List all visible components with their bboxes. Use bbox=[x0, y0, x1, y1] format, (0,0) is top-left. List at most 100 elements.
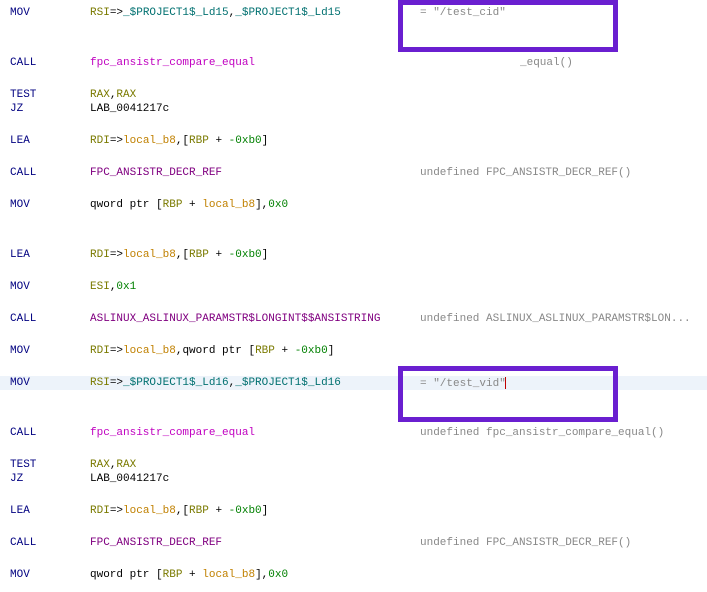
number: 0x1 bbox=[116, 281, 136, 293]
mnemonic: LEA bbox=[10, 249, 90, 261]
asm-row[interactable]: LEARDI=>local_b8,[RBP + -0xb0] bbox=[0, 504, 707, 518]
eol-comment: undefined ASLINUX_ASLINUX_PARAMSTR$LON..… bbox=[420, 313, 702, 325]
spacer-row bbox=[0, 326, 707, 344]
local-var: local_b8 bbox=[202, 569, 255, 581]
mnemonic: MOV bbox=[10, 281, 90, 293]
asm-row[interactable]: JZLAB_0041217c bbox=[0, 472, 707, 486]
asm-row[interactable]: MOVESI,0x1 bbox=[0, 280, 707, 294]
mnemonic: CALL bbox=[10, 537, 90, 549]
asm-row[interactable]: MOVqword ptr [RBP + local_b8],0x0 bbox=[0, 198, 707, 212]
operands: ESI,0x1 bbox=[90, 281, 707, 293]
operands: RDI=>local_b8,[RBP + -0xb0] bbox=[90, 135, 707, 147]
spacer-row bbox=[0, 408, 707, 426]
spacer-row bbox=[0, 358, 707, 376]
asm-row[interactable]: LEARDI=>local_b8,[RBP + -0xb0] bbox=[0, 248, 707, 262]
operands: qword ptr [RBP + local_b8],0x0 bbox=[90, 569, 707, 581]
eol-comment: _equal() bbox=[520, 57, 702, 69]
operands: RDI=>local_b8,[RBP + -0xb0] bbox=[90, 249, 707, 261]
eol-comment: = "/test_vid" bbox=[420, 377, 702, 390]
number: -0xb0 bbox=[229, 249, 262, 261]
asm-row[interactable]: CALLASLINUX_ASLINUX_PARAMSTR$LONGINT$$AN… bbox=[0, 312, 707, 326]
mnemonic: TEST bbox=[10, 89, 90, 101]
mnemonic: LEA bbox=[10, 505, 90, 517]
function-name: FPC_ANSISTR_DECR_REF bbox=[90, 167, 222, 179]
mnemonic: CALL bbox=[10, 313, 90, 325]
spacer-row bbox=[0, 116, 707, 134]
asm-row[interactable]: JZLAB_0041217c bbox=[0, 102, 707, 116]
spacer-row bbox=[0, 20, 707, 38]
function-name: ASLINUX_ASLINUX_PARAMSTR$LONGINT$$ANSIST… bbox=[90, 313, 380, 325]
disassembly-listing[interactable]: MOVRSI=>_$PROJECT1$_Ld15,_$PROJECT1$_Ld1… bbox=[0, 6, 707, 582]
function-name: FPC_ANSISTR_DECR_REF bbox=[90, 537, 222, 549]
eol-comment: = "/test_cid" bbox=[420, 7, 702, 19]
local-var: local_b8 bbox=[123, 345, 176, 357]
spacer-row bbox=[0, 180, 707, 198]
spacer-row bbox=[0, 70, 707, 88]
asm-row[interactable]: LEARDI=>local_b8,[RBP + -0xb0] bbox=[0, 134, 707, 148]
mnemonic: JZ bbox=[10, 103, 90, 115]
register: RDI bbox=[90, 345, 110, 357]
mnemonic: JZ bbox=[10, 473, 90, 485]
mnemonic: CALL bbox=[10, 167, 90, 179]
asm-row[interactable]: MOVRSI=>_$PROJECT1$_Ld16,_$PROJECT1$_Ld1… bbox=[0, 376, 707, 390]
register: ESI bbox=[90, 281, 110, 293]
register: RSI bbox=[90, 7, 110, 19]
number: 0x0 bbox=[268, 569, 288, 581]
mnemonic: MOV bbox=[10, 7, 90, 19]
mnemonic: MOV bbox=[10, 199, 90, 211]
symbol: _$PROJECT1$_Ld15 bbox=[235, 7, 341, 19]
operands: LAB_0041217c bbox=[90, 103, 707, 115]
asm-row[interactable]: TESTRAX,RAX bbox=[0, 458, 707, 472]
register: RBP bbox=[189, 505, 209, 517]
asm-row[interactable]: MOVRSI=>_$PROJECT1$_Ld15,_$PROJECT1$_Ld1… bbox=[0, 6, 707, 20]
spacer-row bbox=[0, 38, 707, 56]
operands: RAX,RAX bbox=[90, 459, 707, 471]
register: RAX bbox=[90, 89, 110, 101]
register: RSI bbox=[90, 377, 110, 389]
register: RAX bbox=[116, 459, 136, 471]
asm-row[interactable]: CALLfpc_ansistr_compare_equal undefined f… bbox=[0, 426, 707, 440]
function-name: fpc_ansistr_compare_equal bbox=[90, 427, 255, 439]
mnemonic: CALL bbox=[10, 427, 90, 439]
spacer-row bbox=[0, 262, 707, 280]
symbol: _$PROJECT1$_Ld15 bbox=[123, 7, 229, 19]
register: RBP bbox=[189, 249, 209, 261]
asm-row[interactable]: MOVRDI=>local_b8,qword ptr [RBP + -0xb0] bbox=[0, 344, 707, 358]
operands: RAX,RAX bbox=[90, 89, 707, 101]
symbol: _$PROJECT1$_Ld16 bbox=[235, 377, 341, 389]
spacer-row bbox=[0, 550, 707, 568]
local-var: local_b8 bbox=[123, 135, 176, 147]
register: RAX bbox=[90, 459, 110, 471]
asm-row[interactable]: TESTRAX,RAX bbox=[0, 88, 707, 102]
mnemonic: MOV bbox=[10, 569, 90, 581]
register: RBP bbox=[255, 345, 275, 357]
asm-row[interactable]: CALLfpc_ansistr_compare_equal_equal() bbox=[0, 56, 707, 70]
spacer-row bbox=[0, 390, 707, 408]
register: RDI bbox=[90, 505, 110, 517]
spacer-row bbox=[0, 486, 707, 504]
spacer-row bbox=[0, 212, 707, 230]
asm-row[interactable]: MOVqword ptr [RBP + local_b8],0x0 bbox=[0, 568, 707, 582]
eol-comment: undefined FPC_ANSISTR_DECR_REF() bbox=[420, 537, 702, 549]
eol-comment: undefined fpc_ansistr_compare_equal() bbox=[420, 427, 702, 439]
spacer-row bbox=[0, 518, 707, 536]
register: RDI bbox=[90, 135, 110, 147]
number: -0xb0 bbox=[229, 505, 262, 517]
asm-row[interactable]: CALLFPC_ANSISTR_DECR_REF undefined FPC_AN… bbox=[0, 166, 707, 180]
number: -0xb0 bbox=[295, 345, 328, 357]
register: RBP bbox=[189, 135, 209, 147]
local-var: local_b8 bbox=[123, 249, 176, 261]
asm-row[interactable]: CALLFPC_ANSISTR_DECR_REF undefined FPC_AN… bbox=[0, 536, 707, 550]
register: RBP bbox=[163, 569, 183, 581]
mnemonic: TEST bbox=[10, 459, 90, 471]
spacer-row bbox=[0, 148, 707, 166]
spacer-row bbox=[0, 230, 707, 248]
register: RAX bbox=[116, 89, 136, 101]
eol-comment: undefined FPC_ANSISTR_DECR_REF() bbox=[420, 167, 702, 179]
mnemonic: MOV bbox=[10, 377, 90, 389]
text-cursor bbox=[505, 377, 506, 389]
label: LAB_0041217c bbox=[90, 103, 169, 115]
number: -0xb0 bbox=[229, 135, 262, 147]
function-name: fpc_ansistr_compare_equal bbox=[90, 57, 255, 69]
label: LAB_0041217c bbox=[90, 473, 169, 485]
